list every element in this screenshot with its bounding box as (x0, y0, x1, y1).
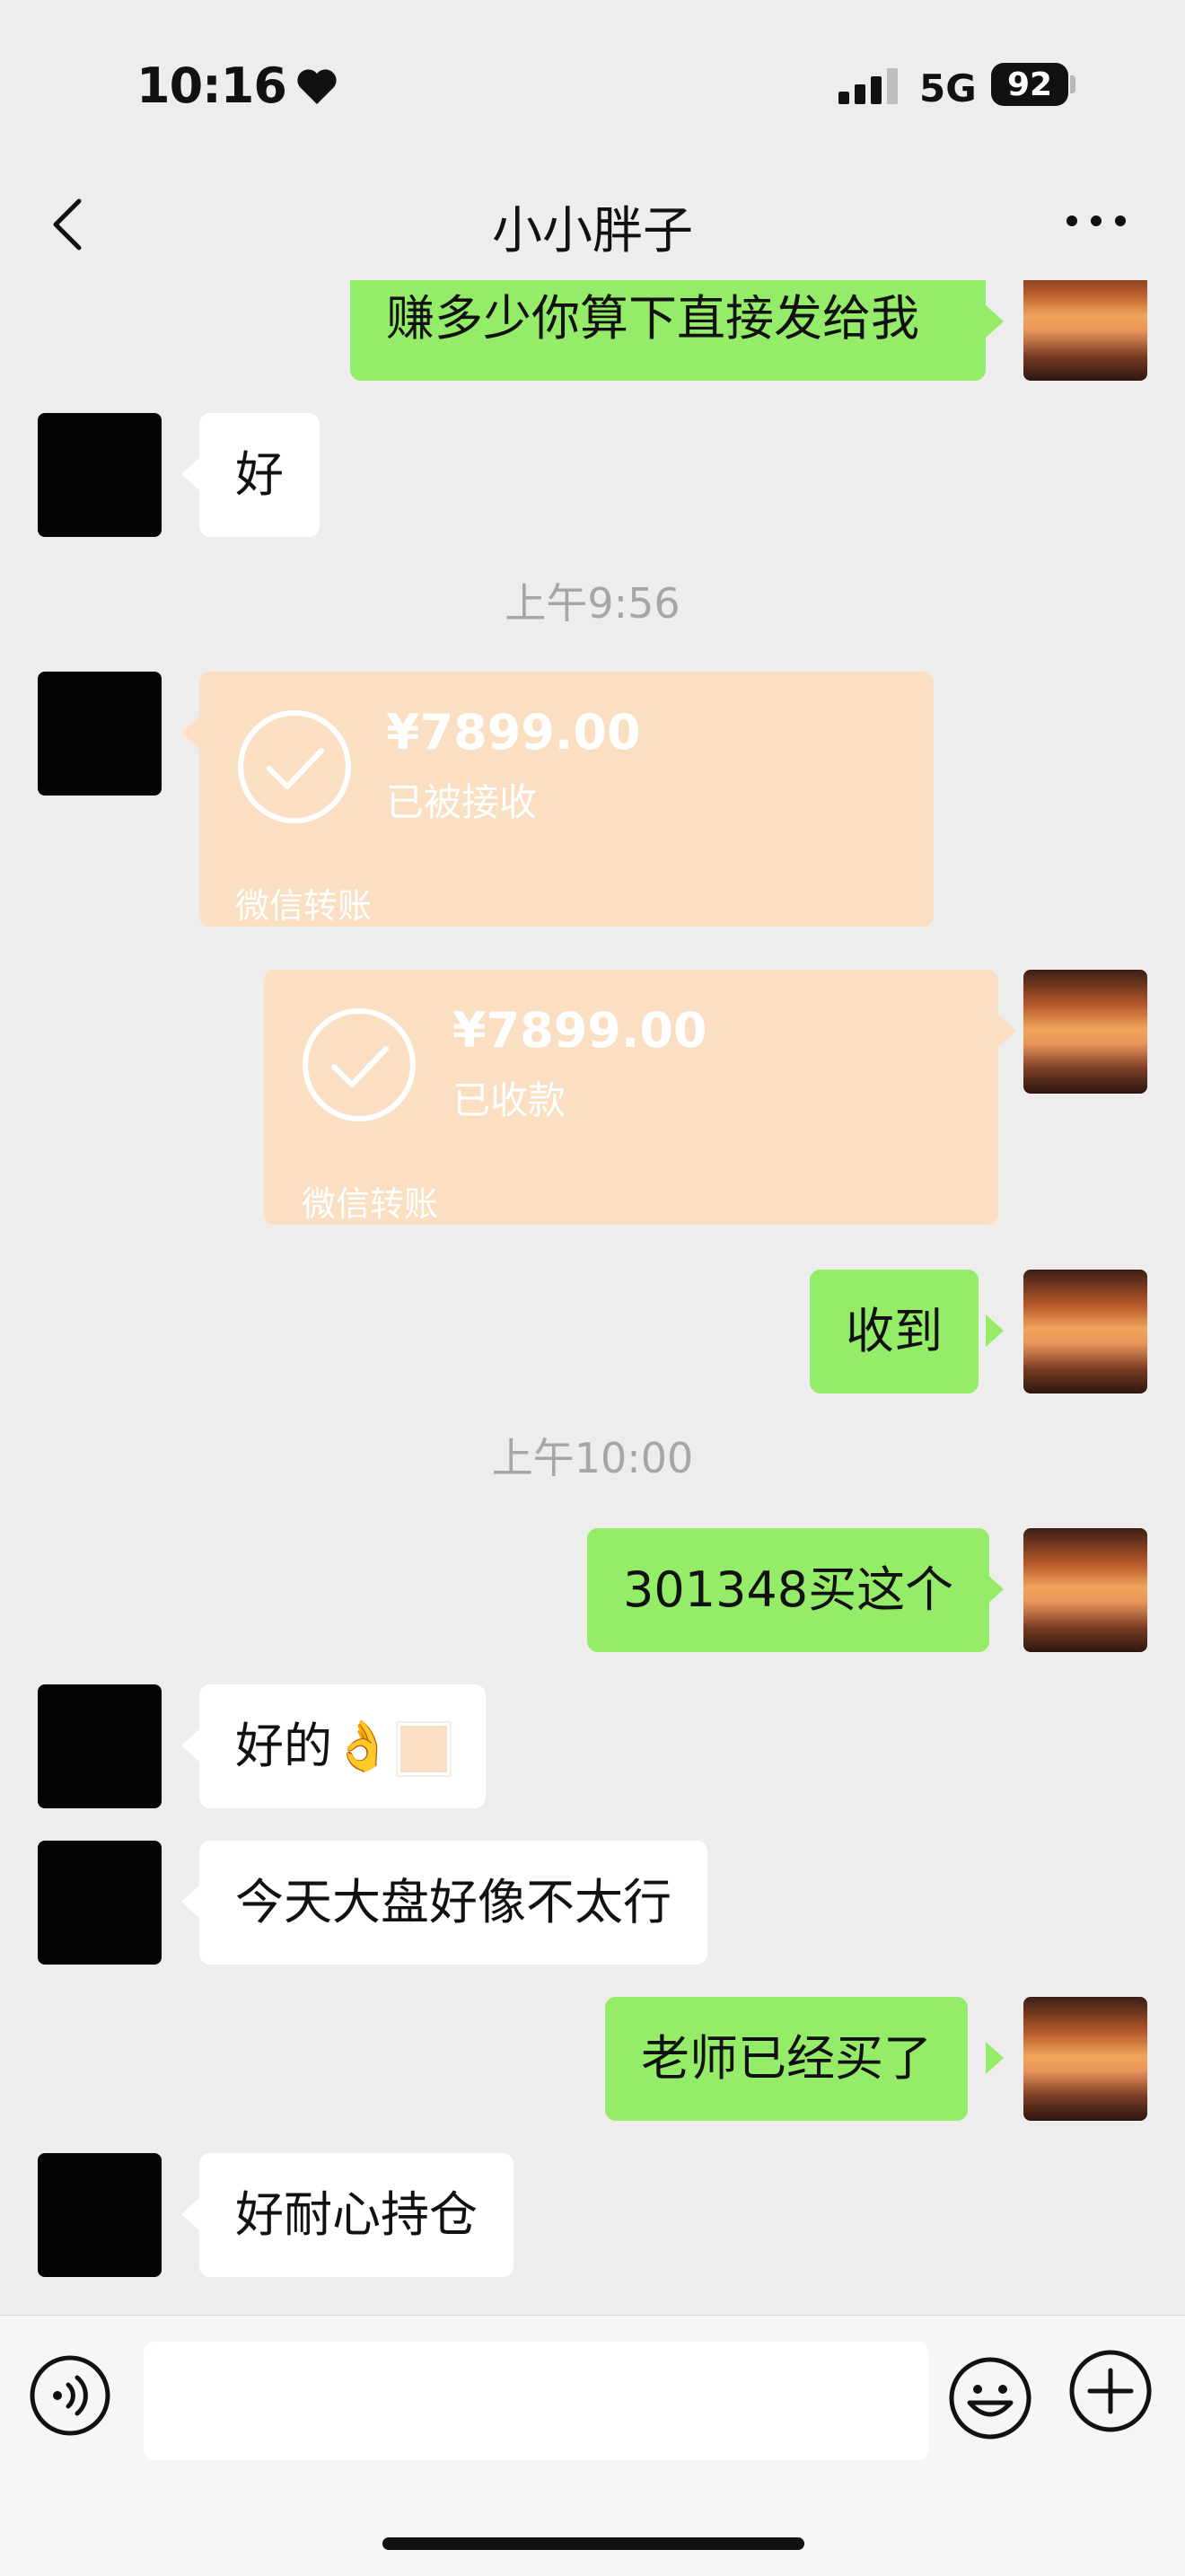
message-received[interactable]: 好 (199, 413, 320, 537)
signal-icon (838, 68, 898, 104)
heart-icon (297, 68, 337, 104)
voice-icon[interactable] (29, 2354, 111, 2437)
battery-tip (1070, 75, 1075, 93)
status-time: 10:16 (136, 57, 338, 114)
avatar-contact[interactable] (38, 1684, 162, 1808)
chat-title: 小小胖子 (492, 202, 693, 260)
emoji-placeholder-icon (396, 1721, 452, 1778)
timestamp: 上午10:00 (491, 1434, 694, 1482)
bubble-tail (181, 1729, 199, 1762)
bubble-tail (181, 458, 199, 490)
avatar-self[interactable] (1023, 1270, 1147, 1394)
message-sent[interactable]: 赚多少你算下直接发给我 (350, 280, 986, 381)
more-icon[interactable] (1065, 212, 1128, 230)
battery-indicator: 92 (991, 63, 1068, 106)
avatar-self[interactable] (1023, 1528, 1147, 1652)
transfer-status: 已收款 (452, 1078, 566, 1122)
bubble-tail (998, 1015, 1016, 1047)
bubble-tail (986, 1573, 1004, 1605)
avatar-self[interactable] (1023, 280, 1147, 381)
message-received[interactable]: 今天大盘好像不太行 (199, 1841, 707, 1965)
time-text: 10:16 (136, 57, 287, 114)
message-received[interactable]: 好耐心持仓 (199, 2153, 514, 2277)
network-type: 5G (919, 66, 977, 110)
plus-icon[interactable] (1068, 2349, 1153, 2433)
back-chevron-icon[interactable] (47, 196, 92, 253)
transfer-label: 微信转账 (235, 886, 373, 926)
check-circle-icon (238, 710, 351, 823)
message-text: 好的👌 (235, 1718, 393, 1774)
bubble-tail (986, 1314, 1004, 1347)
avatar-contact[interactable] (38, 413, 162, 537)
bubble-tail (181, 2198, 199, 2230)
message-sent[interactable]: 301348买这个 (587, 1528, 990, 1652)
message-input[interactable] (144, 2342, 928, 2460)
emoji-icon[interactable] (948, 2356, 1032, 2440)
avatar-contact[interactable] (38, 1841, 162, 1965)
transfer-card-received[interactable]: ¥7899.00 已被接收 微信转账 (199, 672, 934, 927)
transfer-amount: ¥7899.00 (386, 704, 641, 760)
transfer-amount: ¥7899.00 (452, 1002, 707, 1059)
message-sent[interactable]: 老师已经买了 (605, 1997, 968, 2121)
timestamp: 上午9:56 (505, 579, 680, 628)
avatar-contact[interactable] (38, 672, 162, 796)
bubble-tail (986, 2042, 1004, 2074)
avatar-self[interactable] (1023, 970, 1147, 1094)
message-sent[interactable]: 收到 (810, 1270, 979, 1394)
chat-area-clip: 赚多少你算下直接发给我 (0, 280, 1185, 388)
transfer-card-sent[interactable]: ¥7899.00 已收款 微信转账 (264, 970, 998, 1225)
check-circle-icon (303, 1008, 416, 1121)
bubble-tail (986, 305, 1004, 338)
transfer-status: 已被接收 (386, 780, 538, 824)
avatar-contact[interactable] (38, 2153, 162, 2277)
bubble-tail (181, 1886, 199, 1918)
avatar-self[interactable] (1023, 1997, 1147, 2121)
message-received[interactable]: 好的👌 (199, 1684, 487, 1808)
bubble-tail (181, 717, 199, 749)
transfer-label: 微信转账 (302, 1184, 439, 1224)
home-indicator (382, 2537, 804, 2550)
